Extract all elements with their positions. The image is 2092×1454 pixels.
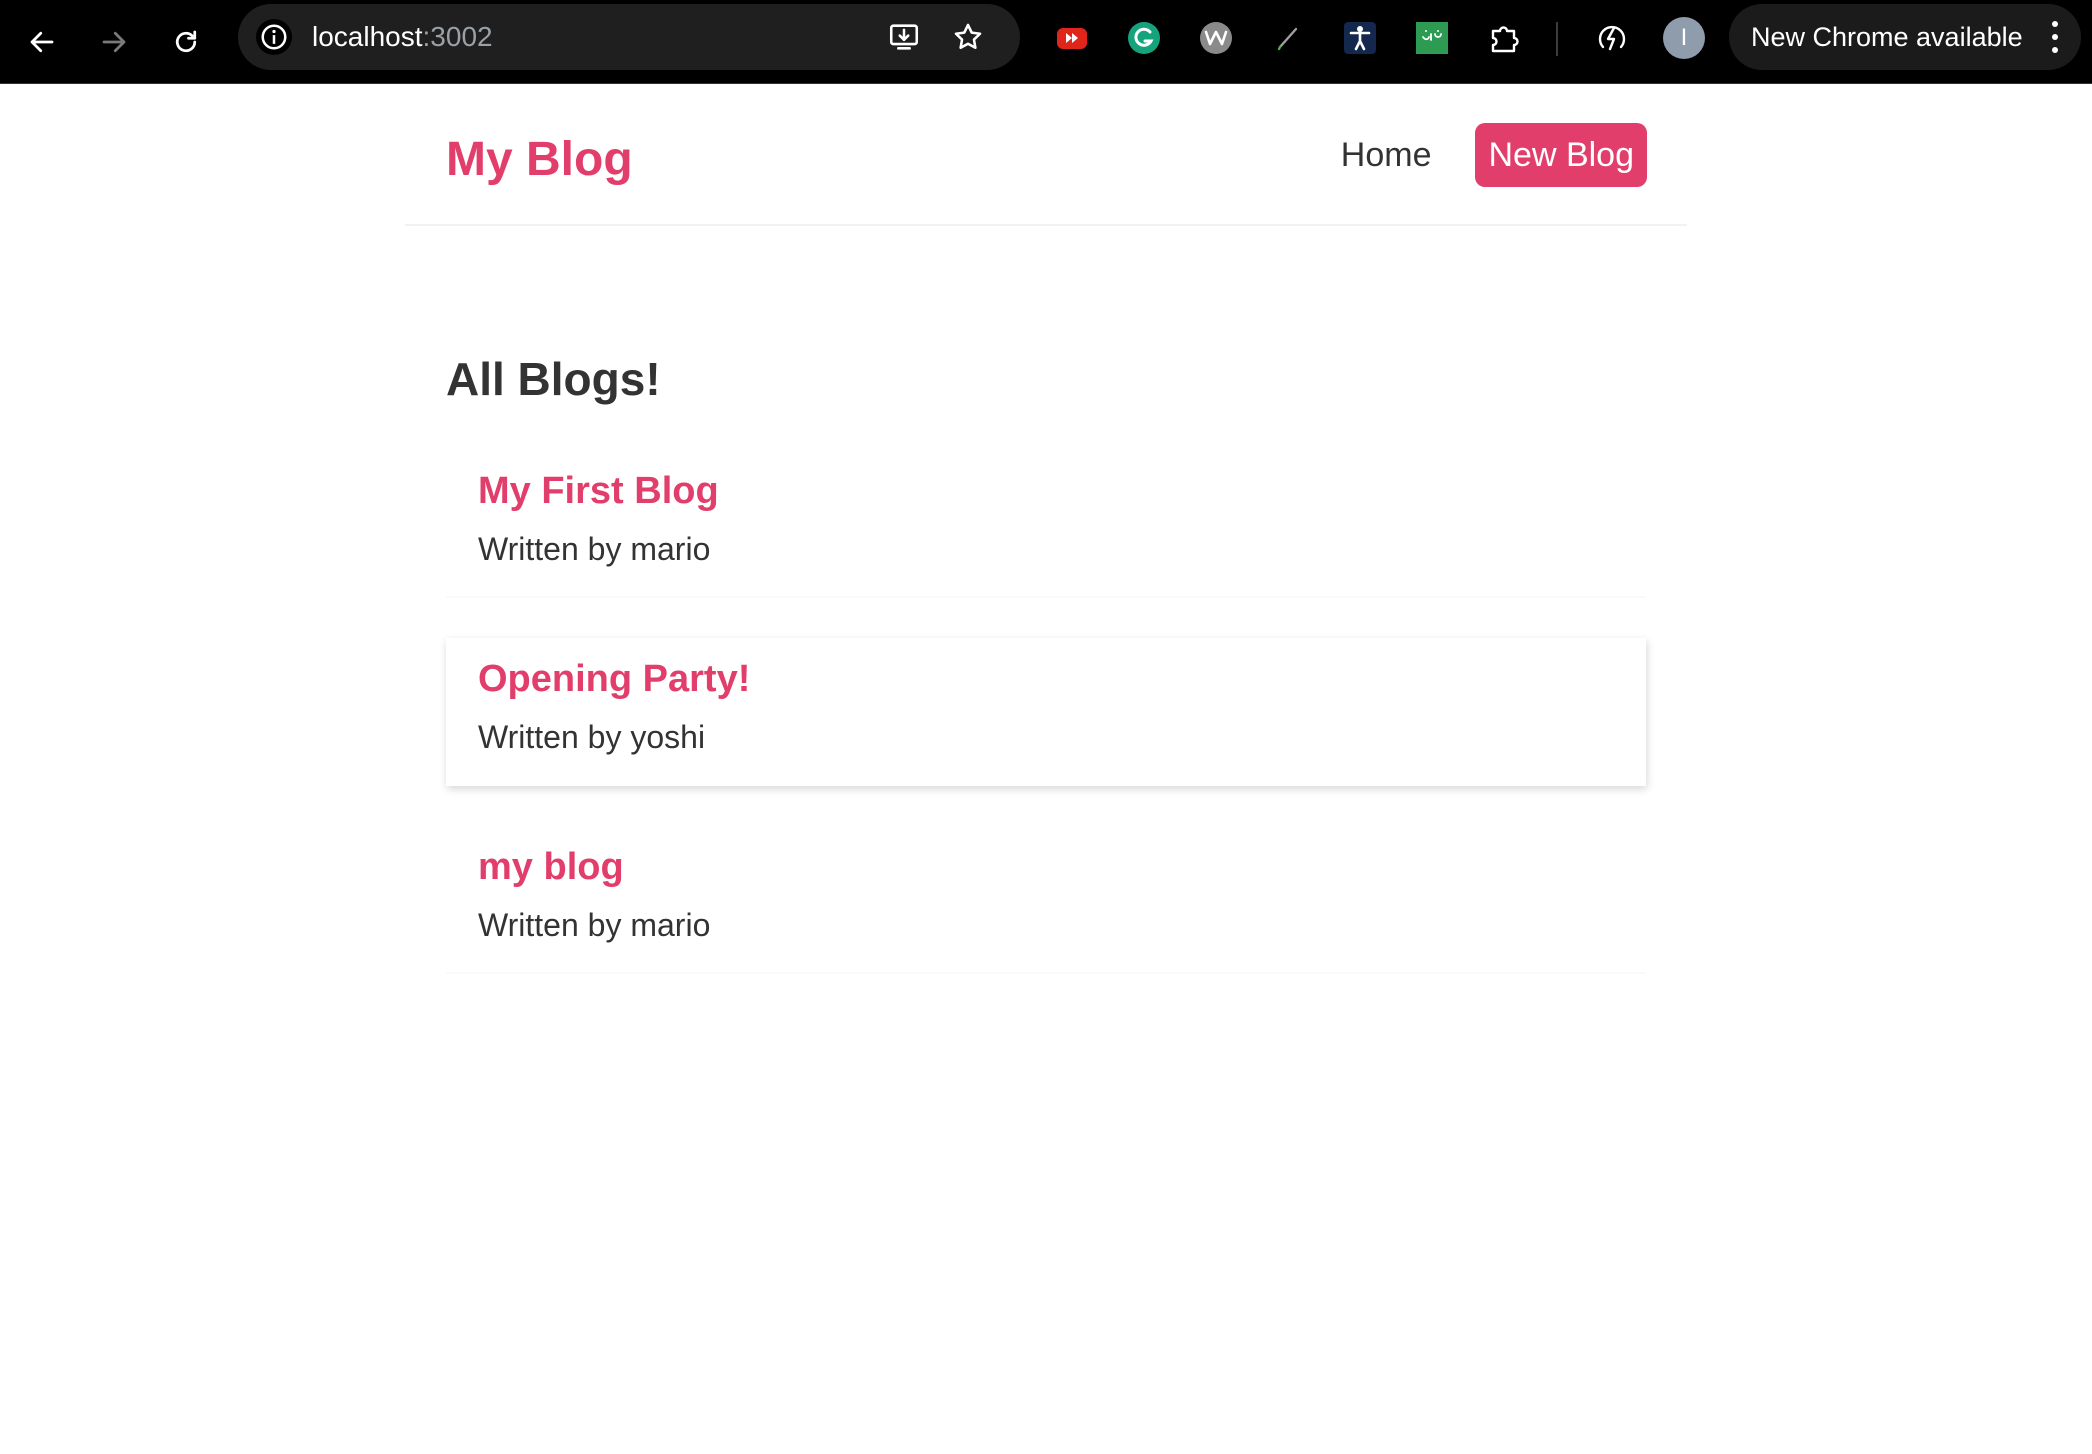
browser-toolbar: localhost:3002 I New Chrome available [0, 0, 2092, 84]
grammarly-icon[interactable] [1126, 20, 1162, 56]
wave-icon[interactable] [1198, 20, 1234, 56]
blog-preview[interactable]: Opening Party! Written by yoshi [446, 638, 1646, 786]
reload-button[interactable] [162, 18, 210, 66]
extensions-puzzle-icon[interactable] [1486, 20, 1522, 56]
kebab-menu-icon[interactable] [2047, 21, 2063, 53]
blog-title[interactable]: my blog [478, 842, 1614, 892]
profile-avatar[interactable]: I [1663, 17, 1705, 59]
page-title: All Blogs! [446, 353, 661, 405]
reload-icon [175, 30, 197, 53]
update-label: New Chrome available [1751, 22, 2023, 52]
blog-author: Written by mario [478, 531, 711, 567]
forward-button[interactable] [90, 18, 138, 66]
url-port: :3002 [422, 21, 493, 52]
site-brand: My Blog [446, 133, 633, 186]
blog-preview[interactable]: My First Blog Written by mario [446, 450, 1646, 598]
blog-author: Written by mario [478, 907, 711, 943]
arabic-keyboard-icon[interactable] [1414, 20, 1450, 56]
new-blog-button[interactable]: New Blog [1475, 123, 1647, 187]
accessibility-icon[interactable] [1342, 20, 1378, 56]
blog-title[interactable]: Opening Party! [478, 654, 1614, 704]
back-button[interactable] [18, 18, 66, 66]
install-app-icon[interactable] [886, 19, 922, 55]
site-navbar: My Blog Home New Blog [405, 84, 1687, 226]
bookmark-star-icon[interactable] [950, 19, 986, 55]
blog-preview[interactable]: my blog Written by mario [446, 826, 1646, 974]
site-info-icon[interactable] [256, 19, 292, 55]
blog-list: My First Blog Written by mario Opening P… [446, 450, 1646, 1014]
toolbar-divider [1556, 22, 1558, 56]
url-text[interactable]: localhost:3002 [312, 4, 493, 70]
arrow-left-icon [30, 31, 54, 53]
performance-icon[interactable] [1594, 20, 1630, 56]
address-bar[interactable]: localhost:3002 [238, 4, 1020, 70]
youtube-extension-icon[interactable] [1054, 20, 1090, 56]
nav-links: Home New Blog [1341, 123, 1647, 187]
arrow-right-icon [102, 31, 126, 53]
url-host: localhost [312, 21, 423, 52]
nav-home-link[interactable]: Home [1341, 124, 1432, 186]
chrome-update-button[interactable]: New Chrome available [1729, 4, 2081, 70]
pen-icon[interactable] [1270, 20, 1306, 56]
blog-title[interactable]: My First Blog [478, 466, 1614, 516]
blog-author: Written by yoshi [478, 719, 706, 755]
